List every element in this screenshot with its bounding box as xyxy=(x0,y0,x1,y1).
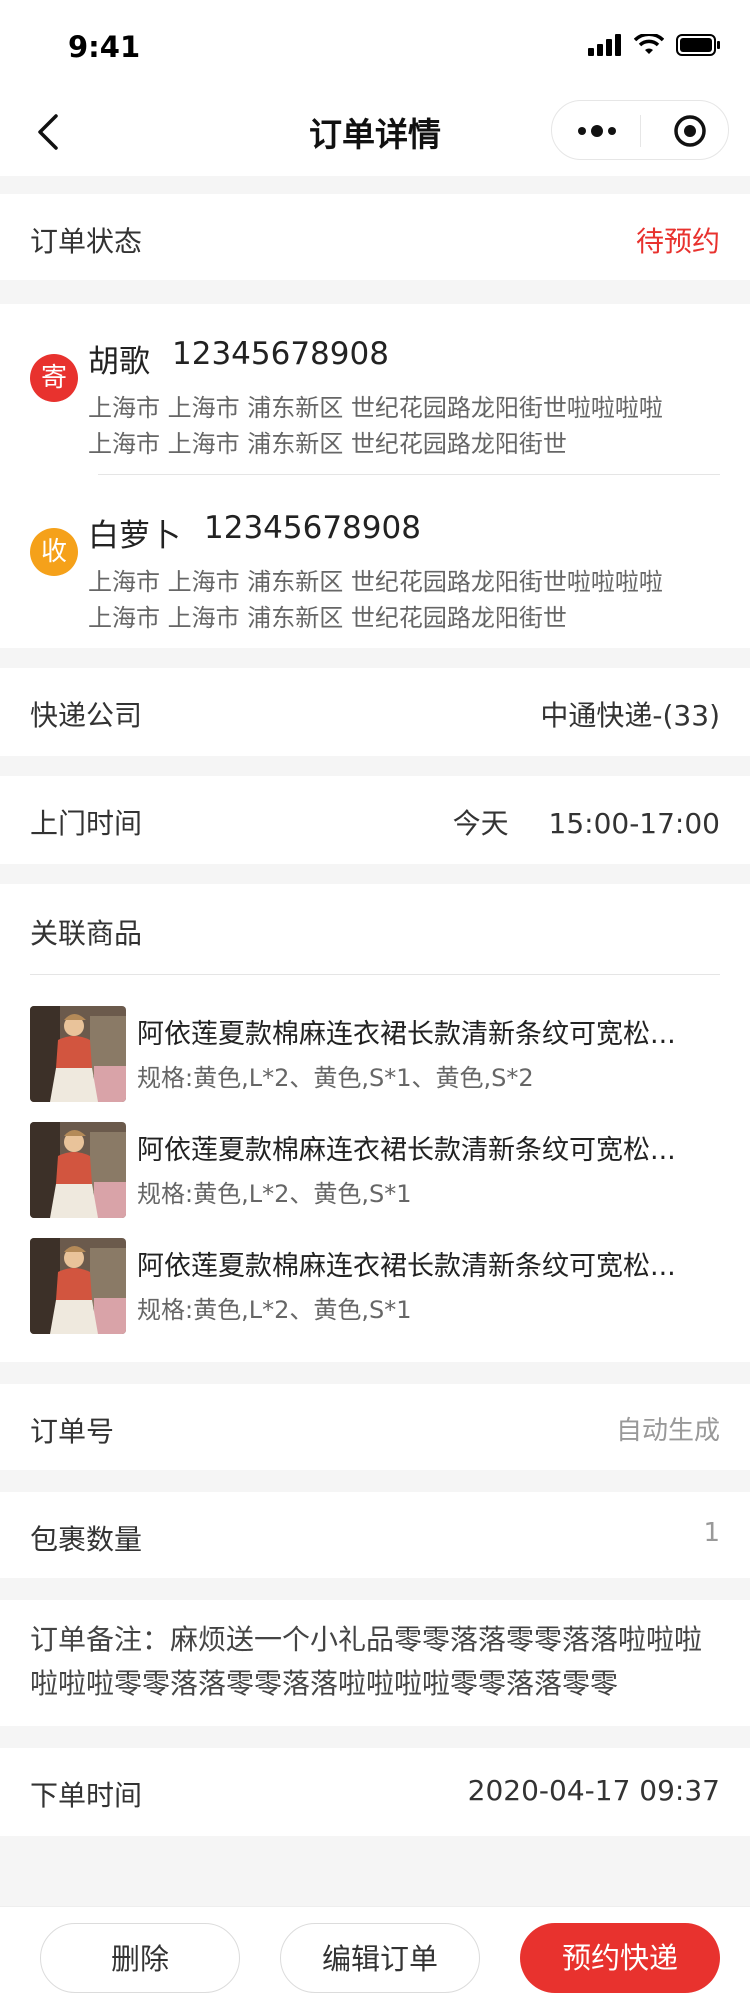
product-thumbnail xyxy=(30,1238,126,1334)
sender-address-line2: 上海市 上海市 浦东新区 世纪花园路龙阳街世 xyxy=(88,430,567,458)
product-thumbnail xyxy=(30,1006,126,1102)
product-spec: 规格:黄色,L*2、黄色,S*1 xyxy=(137,1296,412,1324)
sender-address-line1: 上海市 上海市 浦东新区 世纪花园路龙阳街世啦啦啦啦 xyxy=(88,394,663,422)
package-count-label: 包裹数量 xyxy=(30,1523,143,1556)
pickup-time-row[interactable]: 上门时间 今天 15:00-17:00 xyxy=(0,776,750,864)
status-icons xyxy=(588,34,720,56)
courier-row[interactable]: 快递公司 中通快递-(33) xyxy=(0,668,750,756)
order-number-value: 自动生成 xyxy=(615,1416,720,1446)
order-remark: 订单备注：麻烦送一个小礼品零零落落零零落落啦啦啦啦啦啦零零落落零零落落啦啦啦啦零… xyxy=(30,1618,720,1706)
receiver-phone: 12345678908 xyxy=(204,510,421,546)
pickup-time-label: 上门时间 xyxy=(30,807,143,840)
signal-icon xyxy=(588,34,621,56)
order-time-value: 2020-04-17 09:37 xyxy=(467,1774,720,1807)
nav-bar: 订单详情 xyxy=(0,88,750,176)
wifi-icon xyxy=(634,34,664,54)
capsule-divider xyxy=(640,115,641,147)
courier-label: 快递公司 xyxy=(30,699,143,732)
package-count-value: 1 xyxy=(703,1518,720,1548)
receiver-address-line1: 上海市 上海市 浦东新区 世纪花园路龙阳街世啦啦啦啦 xyxy=(88,568,663,596)
battery-icon xyxy=(676,34,720,56)
edit-order-button[interactable]: 编辑订单 xyxy=(280,1923,480,1993)
bottom-action-bar: 删除 编辑订单 预约快递 xyxy=(0,1906,750,2008)
pickup-time-value: 今天 15:00-17:00 xyxy=(453,802,720,842)
more-icon[interactable] xyxy=(574,113,620,149)
pickup-range: 15:00-17:00 xyxy=(548,807,721,840)
products-card: 关联商品 阿依莲夏款棉麻连衣裙长款清新条纹可宽松... 规格:黄色,L*2、黄色… xyxy=(0,884,750,1362)
order-remark-label: 订单备注： xyxy=(30,1623,171,1656)
product-title: 阿依莲夏款棉麻连衣裙长款清新条纹可宽松... xyxy=(137,1135,676,1166)
sender-phone: 12345678908 xyxy=(172,336,389,372)
order-number-row: 订单号 自动生成 xyxy=(0,1384,750,1470)
status-bar: 9:41 xyxy=(0,0,750,88)
package-count-row: 包裹数量 1 xyxy=(0,1492,750,1578)
receiver-name: 白萝卜 xyxy=(88,518,181,554)
order-status-label: 订单状态 xyxy=(30,225,143,258)
status-time: 9:41 xyxy=(68,30,141,64)
products-label: 关联商品 xyxy=(30,917,143,950)
product-title: 阿依莲夏款棉麻连衣裙长款清新条纹可宽松... xyxy=(137,1251,676,1282)
product-thumbnail xyxy=(30,1122,126,1218)
pickup-day: 今天 xyxy=(452,807,509,840)
order-status-value: 待预约 xyxy=(635,225,720,258)
close-miniprogram-icon[interactable] xyxy=(672,113,708,149)
order-time-row: 下单时间 2020-04-17 09:37 xyxy=(0,1748,750,1836)
delete-button[interactable]: 删除 xyxy=(40,1923,240,1993)
product-spec: 规格:黄色,L*2、黄色,S*1、黄色,S*2 xyxy=(137,1064,534,1092)
receiver-badge: 收 xyxy=(30,528,78,576)
book-courier-button[interactable]: 预约快递 xyxy=(520,1923,720,1993)
order-detail-page: 9:41 订单详情 订单状态 待预约 寄 胡歌 12345678908 上海市 … xyxy=(0,0,750,2008)
sender-name: 胡歌 xyxy=(88,344,150,380)
miniprogram-capsule xyxy=(551,100,729,160)
courier-value: 中通快递-(33) xyxy=(540,699,720,732)
order-remark-row: 订单备注：麻烦送一个小礼品零零落落零零落落啦啦啦啦啦啦零零落落零零落落啦啦啦啦零… xyxy=(0,1600,750,1726)
receiver-address-line2: 上海市 上海市 浦东新区 世纪花园路龙阳街世 xyxy=(88,604,567,632)
order-status-row: 订单状态 待预约 xyxy=(0,194,750,280)
order-time-label: 下单时间 xyxy=(30,1779,143,1812)
order-number-label: 订单号 xyxy=(30,1415,115,1448)
product-spec: 规格:黄色,L*2、黄色,S*1 xyxy=(137,1180,412,1208)
address-card: 寄 胡歌 12345678908 上海市 上海市 浦东新区 世纪花园路龙阳街世啦… xyxy=(0,304,750,648)
sender-badge: 寄 xyxy=(30,354,78,402)
product-title: 阿依莲夏款棉麻连衣裙长款清新条纹可宽松... xyxy=(137,1019,676,1050)
address-divider xyxy=(98,474,720,475)
products-divider xyxy=(30,974,720,975)
